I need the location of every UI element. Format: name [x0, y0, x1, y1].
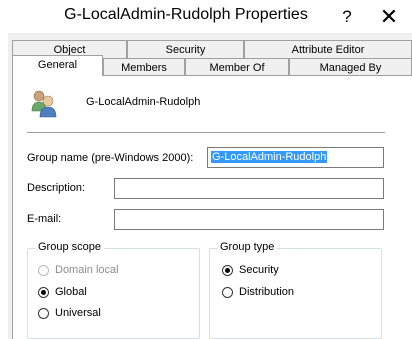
- group-scope-title: Group scope: [35, 241, 104, 253]
- tab-member-of[interactable]: Member Of: [185, 58, 289, 76]
- group-name-label: Group name (pre-Windows 2000):: [27, 152, 194, 164]
- radio-distribution-dot: [222, 286, 233, 298]
- window-title: G-LocalAdmin-Rudolph Properties: [64, 6, 308, 23]
- group-display-name: G-LocalAdmin-Rudolph: [86, 96, 201, 108]
- group-users-icon: [28, 87, 60, 119]
- radio-domain-local-dot: [38, 264, 49, 276]
- radio-domain-local-label: Domain local: [55, 264, 119, 276]
- description-field[interactable]: [114, 178, 384, 199]
- radio-universal-dot: [38, 307, 49, 319]
- radio-global[interactable]: Global: [38, 286, 87, 298]
- help-button[interactable]: ?: [329, 0, 365, 33]
- radio-global-dot: [38, 286, 49, 298]
- radio-security-dot: [222, 264, 233, 276]
- radio-security-label: Security: [239, 264, 279, 276]
- close-button[interactable]: ✕: [366, 0, 412, 33]
- group-type-title: Group type: [217, 241, 278, 253]
- tab-managed-by[interactable]: Managed By: [289, 58, 412, 76]
- radio-security[interactable]: Security: [222, 264, 279, 276]
- radio-distribution-label: Distribution: [239, 286, 295, 298]
- tab-security[interactable]: Security: [127, 40, 244, 58]
- radio-distribution[interactable]: Distribution: [222, 286, 294, 298]
- description-label: Description:: [27, 182, 86, 194]
- radio-global-label: Global: [55, 286, 87, 298]
- tab-general[interactable]: General: [12, 55, 103, 76]
- group-name-value: G-LocalAdmin-Rudolph: [211, 151, 328, 163]
- tab-attribute-editor[interactable]: Attribute Editor: [244, 40, 412, 58]
- tab-members[interactable]: Members: [103, 58, 185, 76]
- group-name-field[interactable]: G-LocalAdmin-Rudolph: [207, 147, 384, 168]
- radio-domain-local[interactable]: Domain local: [38, 264, 119, 276]
- radio-universal-label: Universal: [55, 307, 101, 319]
- separator: [27, 132, 385, 133]
- title-bar: G-LocalAdmin-Rudolph Properties ? ✕: [0, 0, 412, 33]
- radio-universal[interactable]: Universal: [38, 307, 101, 319]
- email-field[interactable]: [114, 209, 384, 230]
- email-label: E-mail:: [27, 213, 62, 225]
